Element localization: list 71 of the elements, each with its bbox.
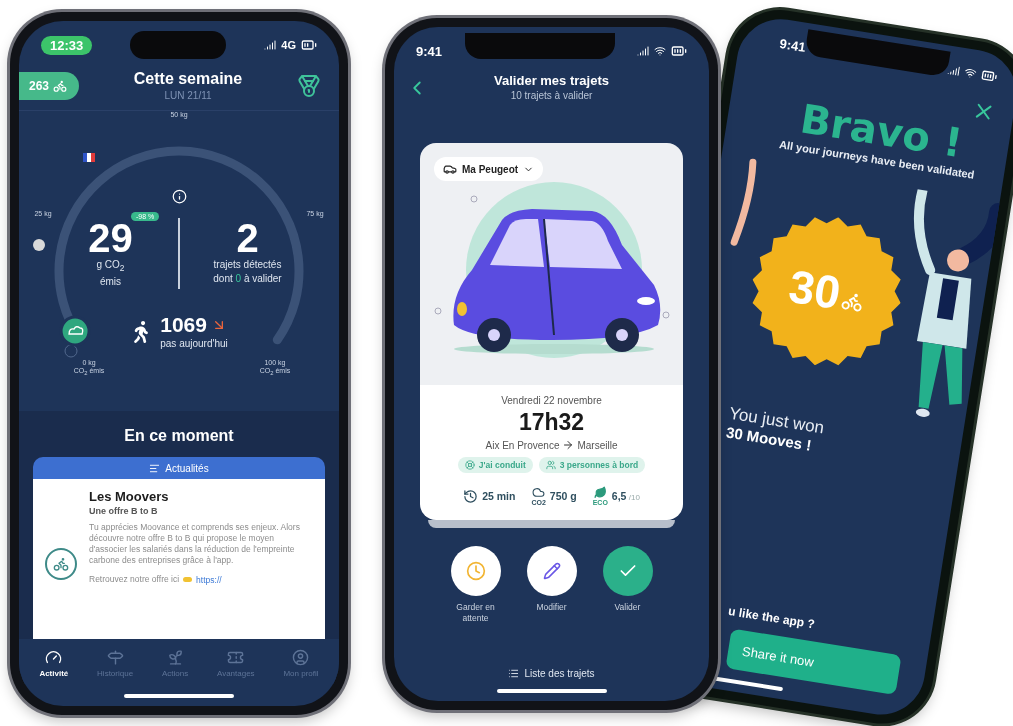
arrow-right-icon — [562, 439, 575, 451]
steps-caption: pas aujourd'hui — [160, 336, 228, 351]
status-time: 12:33 — [41, 35, 93, 55]
news-link[interactable]: https:// — [196, 574, 222, 585]
wifi-icon — [654, 45, 666, 57]
trip-stat: 750 g — [549, 490, 577, 502]
bike-icon — [53, 78, 68, 93]
share-button[interactable]: Share it now — [725, 628, 902, 695]
users-icon — [545, 460, 556, 470]
trip-destination: Marseille — [577, 439, 618, 451]
trip-time: 17h32 — [518, 409, 585, 436]
action-label: Garder en attente — [455, 602, 496, 625]
news-title: Les Moovers — [89, 489, 170, 504]
section-title: En ce moment — [123, 426, 235, 446]
signpost-icon — [106, 649, 124, 666]
info-icon[interactable] — [171, 189, 187, 204]
tab[interactable]: Avantages — [214, 647, 257, 680]
tab[interactable]: Actions — [159, 647, 191, 680]
status-time: 9:41 — [778, 35, 807, 55]
lifebuoy-icon — [464, 460, 475, 470]
clock-icon — [465, 561, 486, 581]
edit-button[interactable] — [526, 546, 577, 596]
news-category: Actualités — [165, 462, 209, 474]
steps-value: 1069 — [160, 312, 207, 337]
trips-list-link[interactable]: Liste des trajets — [508, 668, 595, 679]
trip-stat: 25 min — [482, 490, 516, 502]
lines-icon — [149, 462, 161, 474]
car-icon — [443, 162, 457, 176]
trip-tag: J'ai conduit — [457, 457, 533, 473]
trip-tag: 3 personnes à bord — [538, 457, 646, 473]
pencil-icon — [542, 562, 561, 580]
screen-title: Cette semaine — [133, 70, 243, 88]
action-label: Valider — [613, 602, 642, 614]
screen-title: Valider mes trajets — [494, 73, 609, 88]
tab[interactable]: Activité — [37, 647, 71, 680]
bike-icon — [45, 548, 77, 580]
clock-arrow-icon — [463, 488, 479, 504]
flag-icon — [83, 153, 95, 162]
signal-icon — [264, 39, 277, 51]
mooves-badge: 263 — [19, 71, 80, 100]
emissions-value: 29 — [88, 218, 133, 258]
action-label: Modifier — [535, 602, 568, 614]
wifi-icon — [963, 66, 978, 80]
news-subtitle: Une offre B to B — [89, 506, 159, 516]
news-link-prefix: Retrouvez notre offre ici — [89, 574, 180, 586]
validate-button[interactable] — [602, 546, 653, 596]
ticket-icon — [227, 649, 245, 666]
sprout-icon — [166, 649, 184, 666]
battery-icon — [671, 43, 687, 59]
vehicle-selector[interactable]: Ma Peugeot — [434, 157, 544, 181]
start-marker-icon — [64, 344, 78, 358]
signal-icon — [637, 45, 649, 57]
emissions-caption: g CO$_{2}$ émis — [96, 258, 125, 289]
trips-caption: trajets détectés dont 0 à valider — [213, 258, 282, 286]
reward-amount: 30 — [785, 258, 845, 321]
trip-origin: Aix En Provence — [485, 439, 560, 451]
medal-icon[interactable] — [297, 73, 321, 98]
marker-icon — [33, 239, 45, 251]
network-label: 4G — [281, 39, 296, 51]
trip-date: Vendredi 22 novembre — [501, 395, 602, 406]
list-icon — [508, 668, 520, 679]
status-time: 9:41 — [416, 43, 443, 59]
news-body: Tu apprécies Moovance et comprends ses enjeux. Alors découvre notre offre B to B qui propose le moyen d'associer les salariés dans la réduction de l'empreinte carbone des entreprises grâce à l'app. — [89, 522, 301, 567]
screen-subtitle: 10 trajets à valider — [510, 90, 593, 101]
battery-icon — [301, 37, 317, 53]
wait-button[interactable] — [450, 546, 501, 596]
screen-subtitle: LUN 21/11 — [164, 90, 212, 101]
trips-value: 2 — [236, 218, 259, 258]
gauge-icon — [45, 649, 63, 666]
profile-icon — [292, 649, 310, 666]
trip-stat: 6,5 /10 — [611, 490, 640, 502]
